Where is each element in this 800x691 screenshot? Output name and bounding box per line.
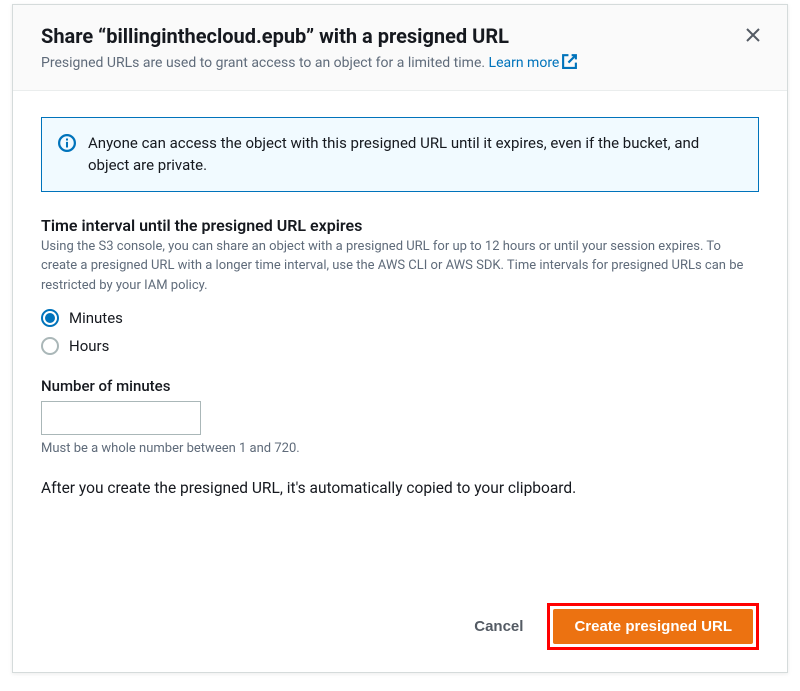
info-message: Anyone can access the object with this p… — [88, 132, 742, 177]
radio-minutes-label: Minutes — [69, 309, 123, 327]
number-hint: Must be a whole number between 1 and 720… — [41, 441, 759, 456]
modal-subtitle: Presigned URLs are used to grant access … — [41, 53, 759, 74]
number-of-minutes-input[interactable] — [41, 401, 201, 435]
info-alert: Anyone can access the object with this p… — [41, 117, 759, 192]
radio-hours[interactable] — [41, 337, 59, 355]
modal-footer: Cancel Create presigned URL — [13, 583, 787, 672]
close-icon — [745, 27, 761, 43]
create-presigned-url-button[interactable]: Create presigned URL — [553, 609, 753, 644]
interval-heading: Time interval until the presigned URL ex… — [41, 216, 759, 235]
radio-hours-label: Hours — [69, 337, 109, 355]
modal-title: Share “billinginthecloud.epub” with a pr… — [41, 23, 759, 49]
subtitle-text: Presigned URLs are used to grant access … — [41, 55, 489, 71]
radio-option-minutes[interactable]: Minutes — [41, 309, 759, 327]
interval-description: Using the S3 console, you can share an o… — [41, 237, 759, 296]
modal-header: Share “billinginthecloud.epub” with a pr… — [13, 5, 787, 91]
number-of-minutes-label: Number of minutes — [41, 377, 759, 395]
info-icon — [58, 134, 76, 152]
share-presigned-url-modal: Share “billinginthecloud.epub” with a pr… — [12, 4, 788, 673]
external-link-icon — [561, 53, 578, 70]
learn-more-link[interactable]: Learn more — [489, 55, 579, 71]
interval-radio-group: Minutes Hours — [41, 309, 759, 355]
radio-minutes[interactable] — [41, 309, 59, 327]
radio-option-hours[interactable]: Hours — [41, 337, 759, 355]
modal-body: Anyone can access the object with this p… — [13, 91, 787, 583]
clipboard-note: After you create the presigned URL, it's… — [41, 478, 759, 500]
primary-action-highlight: Create presigned URL — [547, 603, 759, 650]
close-button[interactable] — [741, 23, 765, 47]
cancel-button[interactable]: Cancel — [454, 610, 543, 643]
